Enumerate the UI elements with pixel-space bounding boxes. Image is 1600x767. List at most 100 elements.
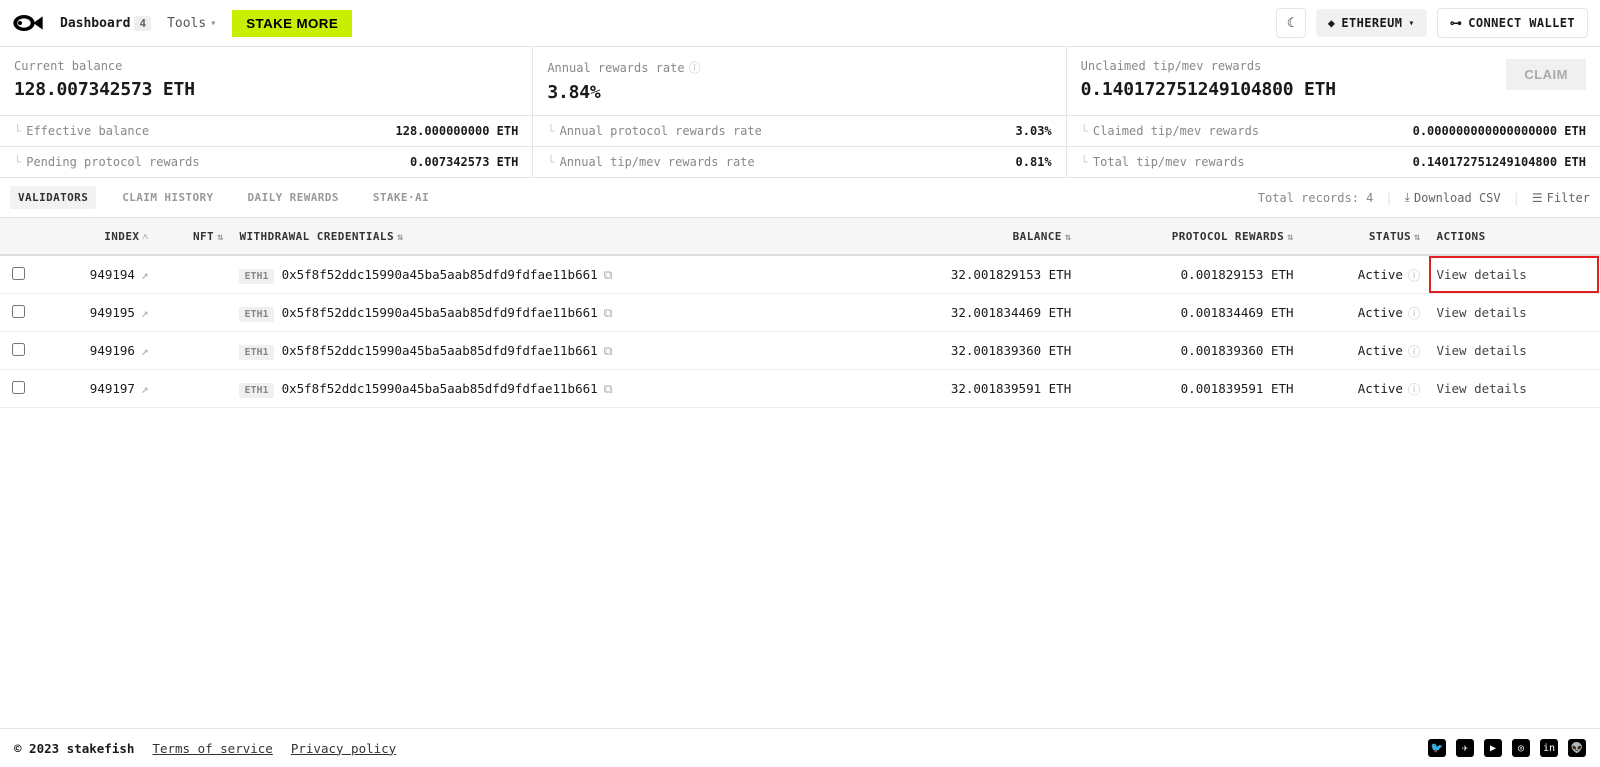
copy-icon[interactable]: ⧉ bbox=[604, 381, 613, 396]
header-left: Dashboard 4 Tools ▾ STAKE MORE bbox=[12, 10, 352, 37]
row-checkbox[interactable] bbox=[12, 305, 25, 318]
sub-value: 3.03% bbox=[1016, 124, 1052, 138]
sub-value: 0.007342573 ETH bbox=[410, 155, 518, 169]
sort-icon: ⇅ bbox=[217, 232, 223, 243]
instagram-icon[interactable]: ◎ bbox=[1512, 739, 1530, 757]
copy-icon[interactable]: ⧉ bbox=[604, 267, 613, 282]
index-cell[interactable]: 949197 ↗ bbox=[44, 381, 148, 396]
twitter-icon[interactable]: 🐦 bbox=[1428, 739, 1446, 757]
view-details-button[interactable]: View details bbox=[1428, 370, 1600, 408]
row-checkbox[interactable] bbox=[12, 267, 25, 280]
view-details-button[interactable]: View details bbox=[1428, 332, 1600, 370]
external-link-icon: ↗ bbox=[141, 343, 149, 358]
address: 0x5f8f52ddc15990a45ba5aab85dfd9fdfae11b6… bbox=[282, 305, 598, 320]
copy-icon[interactable]: ⧉ bbox=[604, 343, 613, 358]
external-link-icon: ↗ bbox=[141, 381, 149, 396]
nft-cell bbox=[156, 332, 231, 370]
nav-tools-label: Tools bbox=[167, 16, 206, 31]
status-cell: Active ⓘ bbox=[1310, 303, 1421, 322]
external-link-icon: ↗ bbox=[141, 305, 149, 320]
claim-button[interactable]: CLAIM bbox=[1506, 59, 1586, 90]
tab-stake-ai[interactable]: STAKE·AI bbox=[365, 186, 437, 209]
col-protocol-rewards[interactable]: PROTOCOL REWARDS⇅ bbox=[1079, 218, 1301, 256]
view-details-button[interactable]: View details bbox=[1428, 294, 1600, 332]
sort-asc-icon: ˄ bbox=[142, 232, 148, 243]
col-label: STATUS bbox=[1369, 230, 1411, 243]
view-details-button[interactable]: View details bbox=[1428, 255, 1600, 294]
sub-stat: └Total tip/mev rewards 0.140172751249104… bbox=[1067, 147, 1600, 178]
info-icon: ⓘ bbox=[1408, 341, 1421, 360]
tabs: VALIDATORS CLAIM HISTORY DAILY REWARDS S… bbox=[10, 186, 437, 209]
stat-annual-rate: Annual rewards rate ⓘ 3.84% bbox=[533, 47, 1066, 115]
col-index[interactable]: INDEX˄ bbox=[36, 218, 156, 256]
sub-stat: └Claimed tip/mev rewards 0.0000000000000… bbox=[1067, 116, 1600, 147]
status-cell: Active ⓘ bbox=[1310, 379, 1421, 398]
download-label: Download CSV bbox=[1414, 191, 1501, 205]
footer-left: © 2023 stakefish Terms of service Privac… bbox=[14, 741, 396, 756]
address: 0x5f8f52ddc15990a45ba5aab85dfd9fdfae11b6… bbox=[282, 343, 598, 358]
sub-label: └Annual protocol rewards rate bbox=[547, 124, 762, 138]
sub-stat: └Annual tip/mev rewards rate 0.81% bbox=[533, 147, 1066, 178]
header-right: ☾ ◆ ETHEREUM ▾ ⊶ CONNECT WALLET bbox=[1276, 8, 1588, 38]
network-select[interactable]: ◆ ETHEREUM ▾ bbox=[1316, 9, 1427, 37]
nft-cell bbox=[156, 294, 231, 332]
stat-value: 0.140172751249104800 ETH bbox=[1081, 79, 1336, 100]
col-label: BALANCE bbox=[1013, 230, 1062, 243]
network-label: ETHEREUM bbox=[1341, 16, 1402, 30]
eth-tag: ETH1 bbox=[239, 269, 273, 284]
tab-claim-history[interactable]: CLAIM HISTORY bbox=[114, 186, 221, 209]
linkedin-icon[interactable]: in bbox=[1540, 739, 1558, 757]
connect-wallet-button[interactable]: ⊶ CONNECT WALLET bbox=[1437, 8, 1588, 38]
nav-dashboard[interactable]: Dashboard 4 bbox=[60, 16, 151, 31]
nav-tools[interactable]: Tools ▾ bbox=[167, 16, 216, 31]
index-cell[interactable]: 949194 ↗ bbox=[44, 267, 148, 282]
youtube-icon[interactable]: ▶ bbox=[1484, 739, 1502, 757]
filter-button[interactable]: ☰ Filter bbox=[1532, 191, 1590, 205]
filter-label: Filter bbox=[1547, 191, 1590, 205]
rewards-cell: 0.001839360 ETH bbox=[1079, 332, 1301, 370]
download-csv-button[interactable]: ⤓ Download CSV bbox=[1405, 190, 1501, 205]
info-icon: ⓘ bbox=[1408, 303, 1421, 322]
withdrawal-cell: ETH10x5f8f52ddc15990a45ba5aab85dfd9fdfae… bbox=[231, 255, 859, 294]
external-link-icon: ↗ bbox=[141, 267, 149, 282]
sub-stat: └Annual protocol rewards rate 3.03% bbox=[533, 116, 1066, 147]
social-links: 🐦 ✈ ▶ ◎ in 👽 bbox=[1428, 739, 1586, 757]
branch-icon: └ bbox=[14, 124, 21, 138]
sub-stats: └Effective balance 128.000000000 ETH └An… bbox=[0, 116, 1600, 178]
terms-link[interactable]: Terms of service bbox=[152, 741, 272, 756]
stake-more-button[interactable]: STAKE MORE bbox=[232, 10, 352, 37]
stat-value: 3.84% bbox=[547, 82, 1051, 103]
eth-tag: ETH1 bbox=[239, 307, 273, 322]
col-withdrawal[interactable]: WITHDRAWAL CREDENTIALS⇅ bbox=[231, 218, 859, 256]
privacy-link[interactable]: Privacy policy bbox=[291, 741, 396, 756]
col-checkbox bbox=[0, 218, 36, 256]
index-cell[interactable]: 949196 ↗ bbox=[44, 343, 148, 358]
sub-label: └Annual tip/mev rewards rate bbox=[547, 155, 754, 169]
copyright: © 2023 stakefish bbox=[14, 741, 134, 756]
col-status[interactable]: STATUS⇅ bbox=[1302, 218, 1429, 256]
chevron-down-icon: ▾ bbox=[1408, 18, 1414, 29]
status-cell: Active ⓘ bbox=[1310, 341, 1421, 360]
balance-cell: 32.001839591 ETH bbox=[859, 370, 1079, 408]
tab-validators[interactable]: VALIDATORS bbox=[10, 186, 96, 209]
branch-icon: └ bbox=[1081, 155, 1088, 169]
col-balance[interactable]: BALANCE⇅ bbox=[859, 218, 1079, 256]
stat-value: 128.007342573 ETH bbox=[14, 79, 518, 100]
theme-toggle-button[interactable]: ☾ bbox=[1276, 8, 1306, 38]
table-row: 949196 ↗ ETH10x5f8f52ddc15990a45ba5aab85… bbox=[0, 332, 1600, 370]
balance-cell: 32.001839360 ETH bbox=[859, 332, 1079, 370]
reddit-icon[interactable]: 👽 bbox=[1568, 739, 1586, 757]
telegram-icon[interactable]: ✈ bbox=[1456, 739, 1474, 757]
col-nft[interactable]: NFT⇅ bbox=[156, 218, 231, 256]
sub-label: └Effective balance bbox=[14, 124, 149, 138]
row-checkbox[interactable] bbox=[12, 343, 25, 356]
tab-daily-rewards[interactable]: DAILY REWARDS bbox=[240, 186, 347, 209]
row-checkbox[interactable] bbox=[12, 381, 25, 394]
balance-cell: 32.001834469 ETH bbox=[859, 294, 1079, 332]
total-records: Total records: 4 bbox=[1258, 191, 1374, 205]
rewards-cell: 0.001834469 ETH bbox=[1079, 294, 1301, 332]
connect-wallet-label: CONNECT WALLET bbox=[1468, 16, 1575, 30]
index-cell[interactable]: 949195 ↗ bbox=[44, 305, 148, 320]
copy-icon[interactable]: ⧉ bbox=[604, 305, 613, 320]
chevron-down-icon: ▾ bbox=[210, 18, 216, 29]
